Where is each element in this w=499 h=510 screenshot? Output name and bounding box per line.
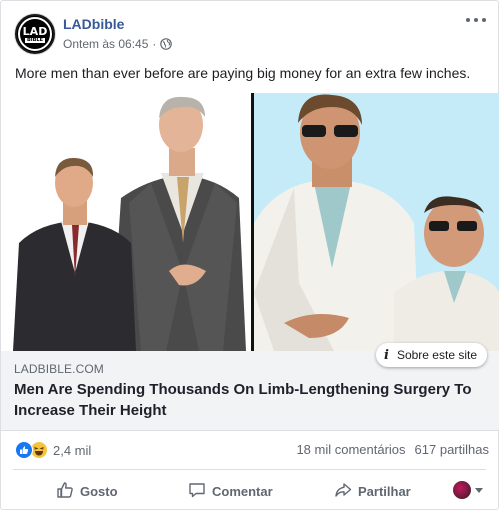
speech-bubble-icon (188, 481, 206, 502)
post-actions-bar: Gosto Comentar Partilhar (1, 471, 499, 509)
share-button[interactable]: Partilhar (334, 481, 411, 502)
more-options-icon[interactable] (466, 13, 486, 27)
photo-twins-movie-still (254, 93, 499, 351)
like-button[interactable]: Gosto (56, 481, 118, 502)
more-dot (482, 18, 486, 22)
ladbible-logo: LAD BIBLE (18, 17, 52, 51)
news-feed-post: LAD BIBLE LADbible Ontem às 06:45 · More… (0, 0, 499, 510)
page-name-link[interactable]: LADbible (63, 16, 124, 32)
engagement-counts: 18 mil comentários 617 partilhas (296, 442, 489, 457)
link-domain: LADBIBLE.COM (14, 362, 104, 376)
photo-two-men-in-suits (1, 93, 251, 351)
like-label: Gosto (80, 484, 118, 499)
actions-divider (13, 469, 486, 470)
thumbs-up-icon (56, 481, 74, 502)
more-dot (474, 18, 478, 22)
post-as-selector[interactable] (453, 481, 483, 499)
logo-text-top: LAD (22, 24, 48, 38)
like-reaction-icon (15, 441, 33, 459)
link-preview-image[interactable] (1, 93, 499, 351)
user-avatar (453, 481, 471, 499)
reactions-count: 2,4 mil (53, 442, 92, 458)
shares-count-link[interactable]: 617 partilhas (415, 442, 489, 457)
globe-icon[interactable] (160, 38, 173, 50)
logo-text-bottom: BIBLE (24, 36, 46, 43)
about-site-button[interactable]: i Sobre este site (376, 343, 487, 367)
comment-button[interactable]: Comentar (188, 481, 273, 502)
meta-separator: · (152, 37, 157, 51)
about-site-label: Sobre este site (396, 348, 477, 362)
info-icon: i (384, 347, 389, 363)
share-label: Partilhar (358, 484, 411, 499)
comment-label: Comentar (212, 484, 273, 499)
timestamp-link[interactable]: Ontem às 06:45 (63, 37, 148, 51)
post-meta: Ontem às 06:45 · (63, 37, 173, 51)
chevron-down-icon (475, 487, 483, 493)
link-headline[interactable]: Men Are Spending Thousands On Limb-Lengt… (14, 379, 494, 421)
more-dot (466, 18, 470, 22)
comments-count-link[interactable]: 18 mil comentários (296, 442, 405, 457)
page-avatar[interactable]: LAD BIBLE (15, 14, 55, 54)
post-text: More men than ever before are paying big… (15, 65, 471, 81)
share-arrow-icon (334, 481, 352, 502)
reactions-summary[interactable]: 2,4 mil (15, 441, 91, 459)
